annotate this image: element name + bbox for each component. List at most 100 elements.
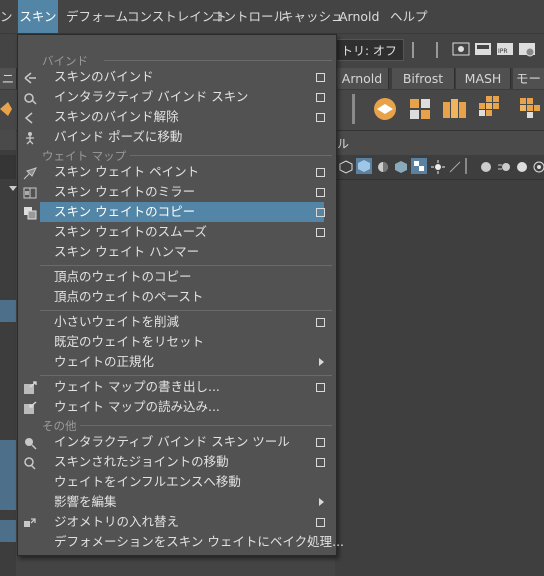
shadow-icon[interactable] bbox=[448, 159, 462, 173]
menu-item-move-skinned-joints[interactable]: スキンされたジョイントの移動 bbox=[40, 452, 324, 472]
arnold-cubes-icon[interactable] bbox=[441, 96, 469, 122]
option-box[interactable] bbox=[316, 318, 325, 327]
depth-of-field-icon[interactable] bbox=[532, 159, 544, 173]
mirror-weights-icon bbox=[23, 185, 37, 199]
left-panel-selection bbox=[0, 520, 16, 542]
substitute-geometry-icon bbox=[23, 515, 37, 529]
collapse-arrow-icon[interactable] bbox=[9, 186, 17, 191]
option-box[interactable] bbox=[316, 208, 325, 217]
render-frame-icon[interactable] bbox=[474, 40, 492, 58]
arnold-tiles-icon[interactable] bbox=[407, 96, 433, 122]
menu-item-unbind-skin[interactable]: スキンのバインド解除 bbox=[40, 107, 324, 127]
paint-weights-icon bbox=[23, 165, 37, 180]
arnold-render-icon[interactable] bbox=[372, 96, 398, 122]
menu-item-go-to-bind-pose[interactable]: バインド ポーズに移動 bbox=[40, 127, 324, 147]
divider-handle bbox=[412, 42, 414, 58]
left-panel-selection bbox=[0, 440, 16, 510]
light-icon[interactable] bbox=[431, 159, 445, 174]
menu-item-substitute-geometry[interactable]: ジオメトリの入れ替え bbox=[40, 512, 324, 532]
option-box[interactable] bbox=[316, 383, 325, 392]
arnold-mesh-icon[interactable] bbox=[514, 94, 542, 122]
menu-item-move-weights-to-influences[interactable]: ウェイトをインフルエンスへ移動 bbox=[40, 472, 324, 492]
viewport[interactable] bbox=[335, 180, 544, 576]
menu-cache[interactable]: キャッシュ bbox=[281, 0, 344, 33]
submenu-arrow-icon bbox=[319, 498, 324, 506]
render-view-icon[interactable] bbox=[452, 40, 470, 58]
menu-item-export-weight-maps[interactable]: ウェイト マップの書き出し... bbox=[40, 377, 324, 397]
export-weights-icon bbox=[23, 380, 37, 394]
menu-item-edit-influences[interactable]: 影響を編集 bbox=[40, 492, 324, 512]
menu-separator bbox=[40, 265, 332, 266]
menu-item-smooth-skin-weights[interactable]: スキン ウェイトのスムーズ bbox=[40, 222, 324, 242]
menu-item-prune-small-weights[interactable]: 小さいウェイトを削減 bbox=[40, 312, 324, 332]
import-weights-icon bbox=[23, 400, 37, 414]
unbind-skin-icon bbox=[23, 110, 37, 124]
menu-item-bind-skin[interactable]: スキンのバインド bbox=[40, 67, 324, 87]
ipr-render-icon[interactable]: IPR bbox=[496, 40, 514, 58]
skin-menu-dropdown: バインド スキンのバインド インタラクティブ バインド スキン スキンのバインド… bbox=[17, 34, 344, 556]
checker-icon[interactable] bbox=[411, 158, 427, 174]
menu-item-copy-vertex-weights[interactable]: 頂点のウェイトのコピー bbox=[40, 267, 324, 287]
menu-item-normalize-weights[interactable]: ウェイトの正規化 bbox=[40, 352, 324, 372]
menu-item-copy-skin-weights[interactable]: スキン ウェイトのコピー bbox=[40, 202, 324, 222]
menu-rigging-partial[interactable]: ン bbox=[0, 0, 16, 33]
smooth-shade-icon[interactable] bbox=[356, 158, 372, 174]
menu-separator bbox=[40, 375, 332, 376]
main-menu-bar: ン スキン デフォーム コンストレイント コントロール キャッシュ Arnold… bbox=[0, 0, 544, 34]
menu-item-mirror-skin-weights[interactable]: スキン ウェイトのミラー bbox=[40, 182, 324, 202]
viewport-menu-bar: ル bbox=[335, 131, 544, 155]
anti-alias-icon[interactable] bbox=[515, 159, 529, 173]
menu-item-paint-skin-weights[interactable]: スキン ウェイト ペイント bbox=[40, 162, 324, 182]
menu-item-bake-deformation[interactable]: デフォメーションをスキン ウェイトにベイク処理... bbox=[40, 532, 344, 552]
option-box[interactable] bbox=[316, 228, 325, 237]
left-panel-strip bbox=[0, 155, 16, 179]
bind-skin-icon bbox=[23, 70, 37, 84]
shelf-divider bbox=[352, 94, 355, 124]
textured-icon[interactable] bbox=[394, 159, 408, 173]
option-box[interactable] bbox=[316, 113, 325, 122]
left-panel-selection bbox=[0, 300, 16, 322]
render-settings-icon[interactable] bbox=[518, 40, 536, 58]
shelf-tab-mash[interactable]: MASH bbox=[456, 68, 511, 89]
shade-icon[interactable] bbox=[376, 159, 390, 173]
section-divider bbox=[80, 425, 332, 426]
wireframe-icon[interactable] bbox=[339, 159, 353, 174]
menu-control[interactable]: コントロール bbox=[211, 0, 286, 33]
option-box[interactable] bbox=[316, 168, 325, 177]
menu-item-reset-weights-default[interactable]: 既定のウェイトをリセット bbox=[40, 332, 324, 352]
option-box[interactable] bbox=[316, 458, 325, 467]
menu-help[interactable]: ヘルプ bbox=[390, 0, 428, 33]
menu-item-interactive-bind-skin-tool[interactable]: インタラクティブ バインド スキン ツール bbox=[40, 432, 324, 452]
arnold-grid-icon[interactable] bbox=[478, 94, 506, 122]
symmetry-field[interactable]: トリ: オフ bbox=[336, 39, 404, 61]
ambient-occlusion-icon[interactable] bbox=[479, 159, 493, 173]
option-box[interactable] bbox=[316, 188, 325, 197]
menu-deform[interactable]: デフォーム bbox=[66, 0, 128, 33]
option-box[interactable] bbox=[316, 93, 325, 102]
section-divider bbox=[130, 155, 332, 156]
left-panel-header bbox=[0, 130, 16, 150]
option-box[interactable] bbox=[316, 518, 325, 527]
motion-blur-icon[interactable] bbox=[497, 159, 511, 173]
svg-text:IPR: IPR bbox=[498, 48, 508, 55]
toolbar-divider bbox=[465, 158, 467, 174]
shelf-tab-motion[interactable]: モー bbox=[513, 68, 544, 89]
shelf-tab-animation[interactable]: ニメ bbox=[0, 68, 17, 107]
menu-skin[interactable]: スキン bbox=[18, 0, 58, 33]
submenu-arrow-icon bbox=[319, 358, 324, 366]
shelf-tab-arnold[interactable]: Arnold bbox=[336, 68, 389, 89]
menu-item-paste-vertex-weights[interactable]: 頂点のウェイトのペースト bbox=[40, 287, 324, 307]
menu-arnold[interactable]: Arnold bbox=[339, 0, 379, 33]
sparkle-tool-icon[interactable] bbox=[0, 94, 16, 124]
shelf-tab-bifrost[interactable]: Bifrost bbox=[392, 68, 455, 89]
menu-item-interactive-bind-skin[interactable]: インタラクティブ バインド スキン bbox=[40, 87, 324, 107]
viewport-menu-label[interactable]: ル bbox=[337, 135, 349, 152]
bind-pose-icon bbox=[23, 130, 37, 145]
option-box[interactable] bbox=[316, 73, 325, 82]
section-divider bbox=[104, 60, 332, 61]
menu-item-skin-weight-hammer[interactable]: スキン ウェイト ハンマー bbox=[40, 242, 324, 262]
option-box[interactable] bbox=[316, 438, 325, 447]
interactive-bind-icon bbox=[23, 90, 37, 105]
viewport-toolbar bbox=[335, 155, 544, 180]
menu-item-import-weight-maps[interactable]: ウェイト マップの読み込み... bbox=[40, 397, 324, 417]
